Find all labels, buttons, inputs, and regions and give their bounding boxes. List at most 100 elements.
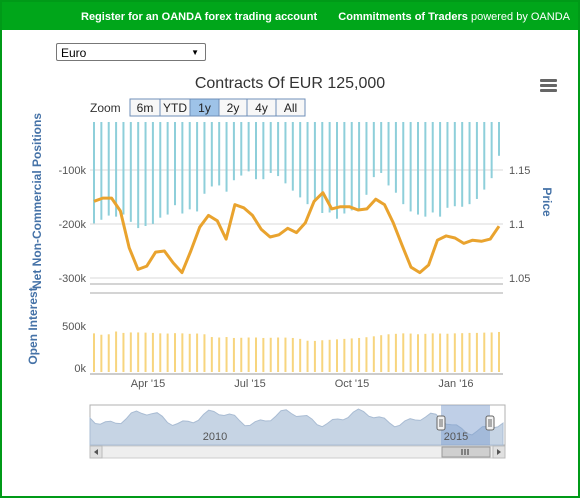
net-position-bar (232, 122, 235, 181)
open-interest-bar (358, 337, 361, 372)
net-position-bar (350, 122, 353, 211)
net-position-bar (144, 122, 147, 226)
net-position-bar (218, 122, 221, 186)
net-position-bar (93, 122, 95, 224)
open-interest-bar (100, 334, 103, 372)
open-interest-bar (483, 332, 486, 372)
open-interest-bar (291, 337, 294, 372)
open-interest-bar (313, 340, 316, 372)
cot-chart: Contracts Of EUR 125,000 Zoom 6m YTD 1y 2y 4y… (26, 75, 554, 459)
arrow-left-icon[interactable] (89, 445, 103, 459)
open-interest-bar (210, 337, 213, 372)
open-interest-bar (453, 333, 456, 372)
net-position-bar (291, 122, 294, 191)
open-interest-bar (490, 332, 493, 372)
zoom-button-6m[interactable]: 6m (129, 98, 161, 117)
net-position-bar (336, 122, 338, 219)
open-interest-bar (284, 337, 287, 372)
net-position-bar (151, 122, 154, 224)
open-interest-series (93, 331, 500, 372)
net-position-bar (159, 122, 162, 218)
net-position-bar (358, 122, 361, 211)
x-tick: Jan '16 (438, 378, 473, 390)
open-interest-bar (402, 333, 405, 372)
open-interest-bar (475, 332, 478, 372)
net-position-bar (262, 122, 265, 180)
net-position-bar (483, 122, 486, 190)
oi-axis-title: Open Interest (26, 287, 40, 364)
zoom-button-all[interactable]: All (275, 98, 306, 117)
net-position-bar (299, 122, 302, 198)
net-position-bar (225, 122, 228, 192)
open-interest-bar (159, 333, 162, 372)
net-position-bar (166, 122, 169, 215)
open-interest-bar (203, 334, 206, 372)
net-position-bar (372, 122, 375, 178)
zoom-button-2y[interactable]: 2y (218, 98, 248, 117)
zoom-button-4y[interactable]: 4y (246, 98, 277, 117)
net-position-bar (387, 122, 390, 186)
zoom-button-ytd[interactable]: YTD (159, 98, 191, 117)
net-position-bar (446, 122, 449, 208)
net-position-bar (431, 122, 434, 213)
open-interest-bar (431, 333, 434, 372)
zoom-button-label: 4y (255, 101, 268, 115)
net-position-bar (328, 122, 331, 213)
open-interest-bar (225, 337, 228, 372)
open-interest-bar (372, 336, 375, 372)
net-position-bar (137, 122, 140, 229)
net-position-bar (313, 122, 316, 203)
open-interest-bar (218, 337, 221, 372)
price-y-tick: 1.15 (509, 165, 530, 177)
open-interest-bar (343, 338, 346, 372)
zoom-button-label: 2y (227, 101, 240, 115)
open-interest-bar (409, 333, 412, 372)
open-interest-bar (144, 332, 147, 372)
scrollbar[interactable] (89, 445, 506, 459)
open-interest-bar (350, 338, 353, 372)
net-position-bar (129, 122, 132, 222)
net-position-bar (100, 122, 103, 220)
open-interest-bar (196, 333, 199, 372)
net-y-tick: -100k (58, 165, 86, 177)
net-position-bar (181, 122, 184, 214)
net-positions-series (93, 122, 500, 229)
net-y-tick: -200k (58, 219, 86, 231)
navigator-handle[interactable] (436, 415, 446, 431)
net-position-bar (203, 122, 206, 194)
open-interest-bar (240, 337, 243, 372)
open-interest-bar (328, 339, 331, 372)
zoom-button-1y[interactable]: 1y (189, 98, 220, 117)
net-position-bar (498, 122, 500, 156)
net-position-bar (277, 122, 280, 177)
open-interest-bar (336, 339, 338, 372)
open-interest-bar (174, 333, 176, 372)
axes: -100k -200k -300k 1.15 1.1 1.05 500k 0k Apr '15 J… (26, 113, 554, 390)
zoom-button-label: 1y (198, 101, 211, 115)
open-interest-bar (269, 337, 272, 372)
x-tick: Oct '15 (335, 378, 370, 390)
navigator-handle[interactable] (485, 415, 495, 431)
net-position-bar (490, 122, 493, 179)
open-interest-bar (321, 340, 324, 372)
scrollbar-thumb[interactable] (441, 446, 491, 458)
net-position-bar (475, 122, 478, 199)
navigator[interactable]: 2010 2015 (89, 404, 506, 459)
net-y-tick: -300k (58, 273, 86, 285)
zoom-button-label: YTD (163, 101, 187, 115)
chart-title: Contracts Of EUR 125,000 (195, 75, 385, 92)
price-y-tick: 1.1 (509, 219, 524, 231)
net-position-bar (210, 122, 213, 187)
open-interest-bar (232, 337, 235, 372)
open-interest-bar (439, 333, 442, 372)
open-interest-bar (181, 333, 184, 372)
net-position-bar (461, 122, 464, 207)
open-interest-bar (461, 333, 464, 372)
price-axis-title: Price (540, 187, 554, 217)
net-position-bar (453, 122, 456, 207)
net-position-bar (417, 122, 419, 215)
price-line (93, 191, 501, 275)
open-interest-bar (387, 334, 390, 372)
arrow-right-icon[interactable] (492, 445, 506, 459)
net-position-bar (196, 122, 199, 212)
